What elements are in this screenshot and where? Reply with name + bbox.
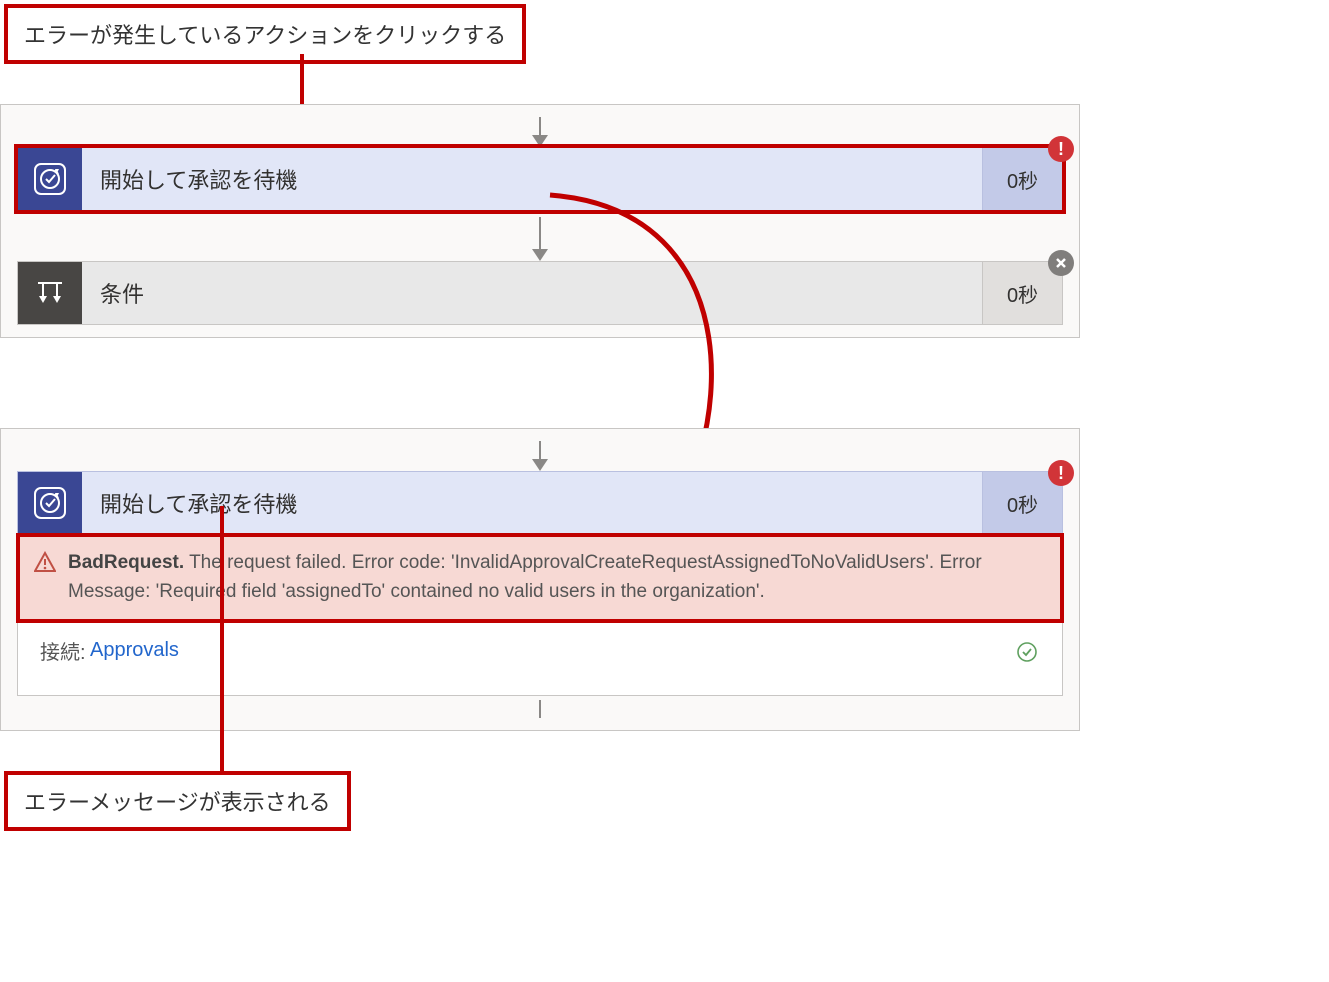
action-label: 条件 <box>82 262 982 324</box>
action-start-and-wait-approval-expanded[interactable]: 開始して承認を待機 0秒 ! <box>17 471 1063 535</box>
annotation-text: エラーメッセージが表示される <box>24 790 331 815</box>
flow-arrow-down-icon <box>13 441 1067 471</box>
check-circle-icon <box>1016 641 1038 669</box>
warning-triangle-icon <box>34 551 56 583</box>
error-title: BadRequest. <box>68 552 184 573</box>
connection-link[interactable]: Approvals <box>90 639 179 661</box>
annotation-error-message-shown: エラーメッセージが表示される <box>4 771 351 831</box>
approval-icon <box>18 148 82 210</box>
condition-icon <box>18 262 82 324</box>
action-start-and-wait-approval[interactable]: 開始して承認を待機 0秒 ! <box>17 147 1063 211</box>
error-message-banner: BadRequest. The request failed. Error co… <box>18 535 1062 621</box>
error-badge-icon: ! <box>1048 136 1074 162</box>
flow-arrow-down-icon <box>13 117 1067 147</box>
action-label: 開始して承認を待機 <box>82 148 982 210</box>
flow-canvas-collapsed: 開始して承認を待機 0秒 ! 条件 0秒 <box>0 104 1080 338</box>
annotation-click-error-action: エラーが発生しているアクションをクリックする <box>4 4 526 64</box>
approval-icon <box>18 472 82 534</box>
action-condition[interactable]: 条件 0秒 <box>17 261 1063 325</box>
error-badge-icon: ! <box>1048 460 1074 486</box>
annotation-connector <box>220 506 224 771</box>
action-expanded-body: BadRequest. The request failed. Error co… <box>17 535 1063 696</box>
connection-row: 接続: Approvals <box>18 621 1062 695</box>
annotation-text: エラーが発生しているアクションをクリックする <box>24 23 506 48</box>
flow-arrow-down-icon <box>13 217 1067 261</box>
flow-arrow-down-icon <box>13 700 1067 718</box>
flow-canvas-expanded: 開始して承認を待機 0秒 ! BadRequest. The request f… <box>0 428 1080 731</box>
error-body: The request failed. Error code: 'Invalid… <box>68 552 982 602</box>
skipped-badge-icon <box>1048 250 1074 276</box>
connection-label: 接続: <box>40 639 90 667</box>
connection-value: Approvals <box>90 639 179 662</box>
action-label: 開始して承認を待機 <box>82 472 982 534</box>
